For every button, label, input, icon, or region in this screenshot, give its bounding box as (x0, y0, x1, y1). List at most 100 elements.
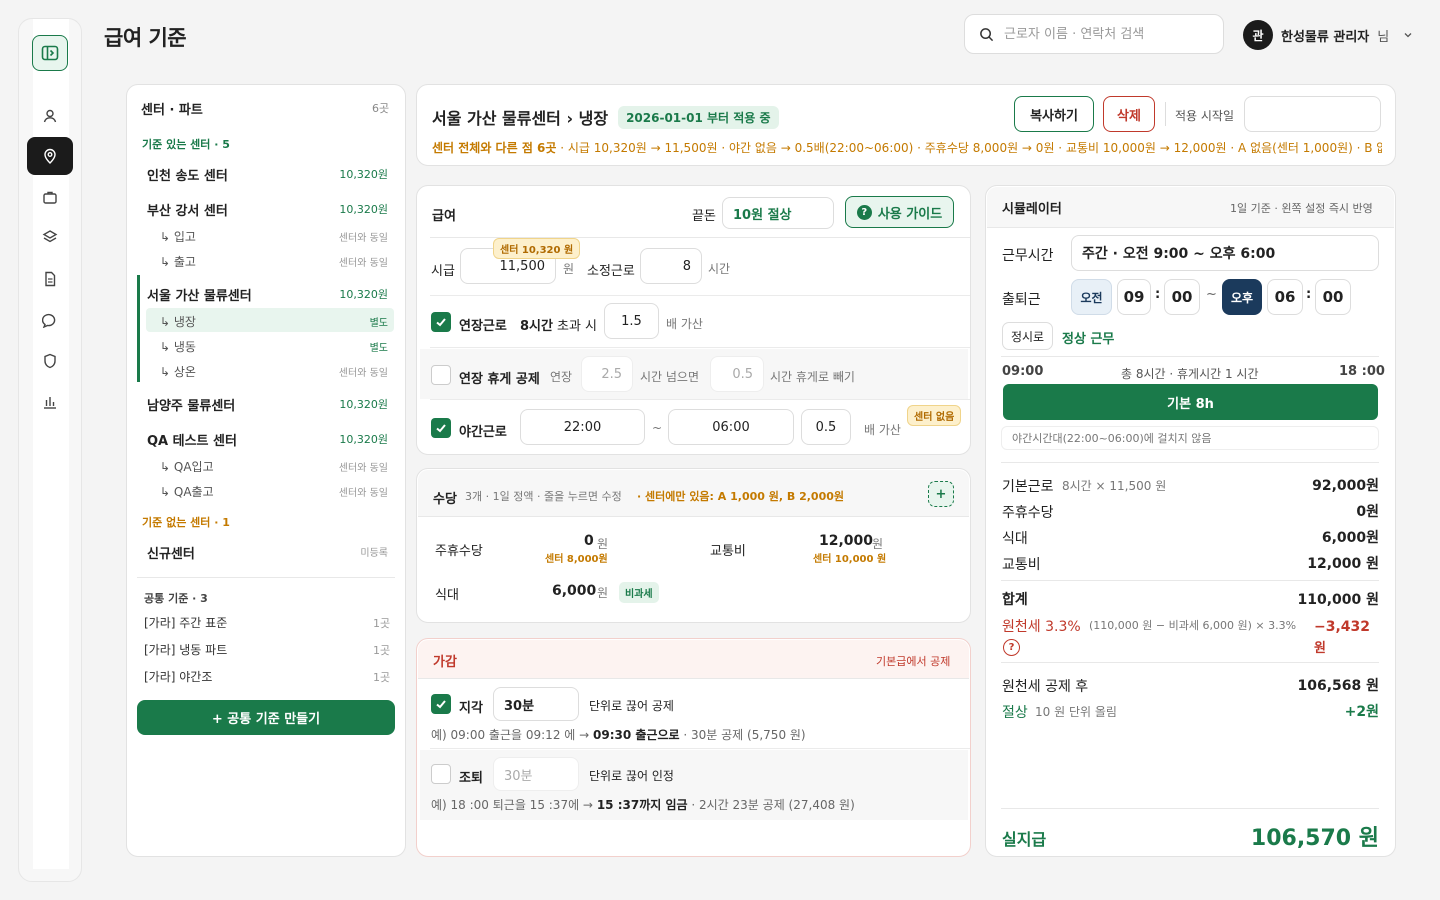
center-item-new[interactable]: 신규센터 (147, 543, 195, 562)
after-tax-value: 106,568 원 (1297, 678, 1379, 694)
overtime-checkbox[interactable] (431, 312, 451, 332)
part-item-qa-in[interactable]: ↳ QA입고 (160, 458, 214, 475)
nav-shield-icon[interactable] (27, 342, 73, 380)
part-item-outbound[interactable]: ↳ 출고 (160, 253, 196, 270)
nav-user-icon[interactable] (27, 97, 73, 135)
part-status: 별도 (369, 318, 388, 329)
nav-document-icon[interactable] (27, 260, 73, 298)
rounding-value: +2원 (1344, 704, 1379, 720)
break-deduction-label: 연장 휴게 공제 (459, 372, 540, 387)
divider (137, 577, 395, 578)
won-unit: 원 (597, 586, 609, 600)
night-start-input[interactable]: 22:00 (520, 409, 645, 445)
common-item[interactable]: [가라] 주간 표준 (144, 614, 227, 631)
total-value: 110,000 원 (1297, 592, 1379, 608)
transport-value[interactable]: 12,000 (819, 533, 873, 549)
part-item-cold[interactable]: ↳ 냉장 (160, 313, 196, 330)
out-minute-input[interactable]: 00 (1315, 279, 1351, 315)
center-item-qa[interactable]: QA 테스트 센터 (147, 430, 237, 449)
part-item-qa-out[interactable]: ↳ QA출고 (160, 483, 214, 500)
divider (418, 516, 969, 517)
meal-label: 식대 (1002, 531, 1028, 547)
work-status: 정상 근무 (1062, 332, 1115, 347)
late-rule: 단위로 끊어 공제 (589, 699, 674, 713)
meal-value: 6,000원 (1321, 530, 1379, 546)
copy-button[interactable]: 복사하기 (1014, 96, 1094, 132)
part-status: 센터와 동일 (338, 233, 388, 244)
night-checkbox[interactable] (431, 418, 451, 438)
weekly-allowance-label[interactable]: 주휴수당 (435, 540, 483, 559)
break-extension-label: 연장 (550, 370, 573, 384)
ontime-button[interactable]: 정시로 (1002, 322, 1053, 350)
early-unit-input[interactable]: 30분 (493, 757, 579, 791)
meal-value[interactable]: 6,000 (552, 583, 596, 599)
part-item-inbound[interactable]: ↳ 입고 (160, 228, 196, 245)
in-minute-input[interactable]: 00 (1164, 279, 1200, 315)
center-item-incheon[interactable]: 인천 송도 센터 (147, 165, 228, 184)
user-suffix: 님 (1377, 29, 1390, 45)
early-example-post: · 2시간 23분 공제 (27,408 원) (691, 798, 855, 812)
break-deduction-checkbox[interactable] (431, 365, 451, 385)
overtime-multiplier-input[interactable]: 1.5 (604, 303, 659, 339)
break-tail-label: 시간 휴게로 빼기 (770, 370, 855, 384)
user-menu[interactable]: 관 한성물류 관리자 님 (1243, 20, 1413, 50)
nav-location-icon[interactable] (27, 137, 73, 175)
rounding-select[interactable]: 10원 절상 (722, 197, 834, 229)
meal-label[interactable]: 식대 (435, 584, 459, 603)
shift-select[interactable]: 주간 · 오전 9:00 ~ 오후 6:00 (1071, 235, 1379, 271)
rounding-desc: 10 원 단위 올림 (1035, 705, 1117, 719)
part-status: 센터와 동일 (338, 258, 388, 269)
night-label: 야간근로 (459, 425, 507, 440)
center-wage: 10,320원 (339, 203, 388, 216)
divider (987, 227, 1394, 228)
sidebar-toggle-icon[interactable] (32, 35, 68, 71)
break-over-label: 시간 넘으면 (640, 370, 700, 384)
out-pm-toggle[interactable]: 오후 (1222, 279, 1262, 315)
nav-layers-icon[interactable] (27, 218, 73, 256)
nav-chat-icon[interactable] (27, 301, 73, 339)
standard-header: 서울 가산 물류센터 › 냉장 2026-01-01 부터 적용 중 복사하기 … (416, 84, 1396, 166)
late-checkbox[interactable] (431, 694, 451, 714)
add-allowance-button[interactable]: + (928, 481, 954, 507)
apply-date-input[interactable] (1244, 96, 1381, 132)
deduction-note: 기본급에서 공제 (876, 655, 951, 668)
delete-button[interactable]: 삭제 (1103, 96, 1155, 132)
center-item-namyangju[interactable]: 남양주 물류센터 (147, 395, 235, 414)
simulator-title: 시뮬레이터 (1002, 202, 1062, 217)
diff-summary: 센터 전체와 다른 점 6곳 · 시급 10,320원 → 11,500원 · … (432, 139, 1382, 156)
part-item-frozen[interactable]: ↳ 냉동 (160, 338, 196, 355)
break-threshold-input[interactable]: 2.5 (581, 356, 633, 392)
center-item-seoul-gasan[interactable]: 서울 가산 물류센터 (147, 285, 252, 304)
nav-briefcase-icon[interactable] (27, 178, 73, 216)
divider (418, 678, 969, 679)
part-item-ambient[interactable]: ↳ 상온 (160, 363, 196, 380)
transport-value: 12,000 원 (1307, 556, 1379, 572)
night-end-input[interactable]: 06:00 (668, 409, 794, 445)
guide-button[interactable]: ? 사용 가이드 (845, 196, 954, 228)
contract-hours-input[interactable]: 8 (640, 248, 702, 284)
night-multiplier-input[interactable]: 0.5 (801, 409, 851, 445)
late-example: 예) 09:00 출근을 09:12 에 → 09:30 출근으로 · 30분 … (431, 726, 806, 743)
search-input[interactable] (1004, 26, 1204, 42)
nav-chart-icon[interactable] (27, 383, 73, 421)
common-item[interactable]: [가라] 야간조 (144, 668, 212, 685)
create-common-button[interactable]: + 공통 기준 만들기 (137, 700, 395, 735)
weekly-allowance-value[interactable]: 0 (584, 533, 594, 549)
sidebar-title: 센터 · 파트 (141, 103, 203, 118)
tax-help-icon[interactable]: ? (1003, 639, 1020, 656)
in-am-toggle[interactable]: 오전 (1071, 279, 1112, 315)
divider (430, 347, 970, 348)
center-item-busan[interactable]: 부산 강서 센터 (147, 200, 228, 219)
break-value-input[interactable]: 0.5 (710, 356, 764, 392)
early-leave-checkbox[interactable] (431, 764, 451, 784)
in-hour-input[interactable]: 09 (1117, 279, 1151, 315)
transport-label[interactable]: 교통비 (710, 540, 746, 559)
common-count: 1곳 (373, 644, 391, 657)
out-hour-input[interactable]: 06 (1267, 279, 1303, 315)
simulator-note: 1일 기준 · 왼쪽 설정 즉시 반영 (1230, 202, 1373, 215)
overtime-label: 연장근로 (459, 319, 507, 334)
rounding-label: 끝돈 (692, 209, 716, 224)
search-box[interactable] (964, 14, 1224, 54)
common-item[interactable]: [가라] 냉동 파트 (144, 641, 227, 658)
late-unit-input[interactable]: 30분 (493, 687, 579, 721)
